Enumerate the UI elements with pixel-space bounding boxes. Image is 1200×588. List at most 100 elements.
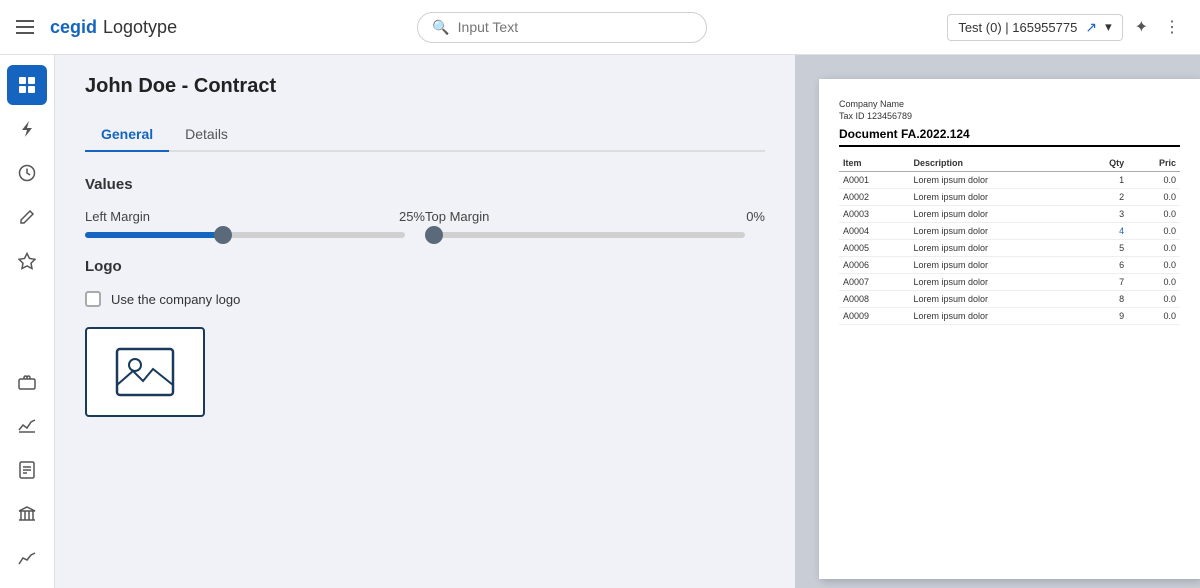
cell-desc: Lorem ipsum dolor (910, 308, 1081, 325)
cell-item: A0006 (839, 257, 910, 274)
sidebar-item-clock[interactable] (7, 153, 47, 193)
logo-section-title: Logo (85, 258, 765, 275)
sidebar-item-edit[interactable] (7, 197, 47, 237)
more-options-icon[interactable]: ⋮ (1160, 13, 1184, 41)
logo-type: Logotype (103, 17, 177, 38)
sidebar-item-doc[interactable] (7, 450, 47, 490)
search-bar[interactable]: 🔍 (417, 12, 707, 43)
cell-item: A0002 (839, 189, 910, 206)
preview-panel: Company Name Tax ID 123456789 Document F… (795, 55, 1200, 588)
cell-desc: Lorem ipsum dolor (910, 206, 1081, 223)
page-title: John Doe - Contract (85, 75, 765, 98)
sidebar-item-grid[interactable] (7, 65, 47, 105)
cell-desc: Lorem ipsum dolor (910, 172, 1081, 189)
external-link-icon: ↗ (1085, 19, 1097, 36)
sidebar-item-bank[interactable] (7, 494, 47, 534)
sidebar-item-bolt[interactable] (7, 109, 47, 149)
cell-desc: Lorem ipsum dolor (910, 274, 1081, 291)
cell-desc: Lorem ipsum dolor (910, 291, 1081, 308)
left-margin-value: 25% (399, 209, 425, 224)
cell-price: 0.0 (1128, 172, 1180, 189)
values-section: Values Left Margin 25% (85, 176, 765, 238)
left-margin-slider-container (85, 232, 425, 238)
menu-icon[interactable] (16, 20, 34, 34)
cell-item: A0008 (839, 291, 910, 308)
cell-desc: Lorem ipsum dolor (910, 240, 1081, 257)
cell-qty: 9 (1080, 308, 1128, 325)
cell-price: 0.0 (1128, 223, 1180, 240)
header-right: Test (0) | 165955775 ↗ ▾ ✦ ⋮ (947, 13, 1184, 41)
cell-price: 0.0 (1128, 240, 1180, 257)
table-row: A0006 Lorem ipsum dolor 6 0.0 (839, 257, 1180, 274)
cell-desc: Lorem ipsum dolor (910, 223, 1081, 240)
sidebar (0, 55, 55, 588)
cell-item: A0005 (839, 240, 910, 257)
col-header-item: Item (839, 155, 910, 172)
values-section-title: Values (85, 176, 765, 193)
search-icon: 🔍 (432, 19, 449, 36)
use-company-logo-row: Use the company logo (85, 291, 765, 307)
table-row: A0002 Lorem ipsum dolor 2 0.0 (839, 189, 1180, 206)
chevron-down-icon: ▾ (1105, 19, 1112, 35)
tabs: General Details (85, 118, 765, 152)
table-row: A0004 Lorem ipsum dolor 4 0.0 (839, 223, 1180, 240)
col-header-qty: Qty (1080, 155, 1128, 172)
account-label: Test (0) | 165955775 (958, 20, 1077, 35)
top-margin-slider-track[interactable] (425, 232, 745, 238)
use-company-logo-checkbox[interactable] (85, 291, 101, 307)
logo-image-placeholder[interactable] (85, 327, 205, 417)
sparkle-icon[interactable]: ✦ (1131, 13, 1152, 41)
cell-item: A0004 (839, 223, 910, 240)
cell-price: 0.0 (1128, 274, 1180, 291)
table-row: A0007 Lorem ipsum dolor 7 0.0 (839, 274, 1180, 291)
account-badge[interactable]: Test (0) | 165955775 ↗ ▾ (947, 14, 1122, 41)
cell-item: A0009 (839, 308, 910, 325)
cell-qty: 3 (1080, 206, 1128, 223)
sidebar-item-briefcase[interactable] (7, 362, 47, 402)
margins-row: Left Margin 25% Top Ma (85, 209, 765, 238)
cell-qty: 2 (1080, 189, 1128, 206)
cell-price: 0.0 (1128, 257, 1180, 274)
main-layout: John Doe - Contract General Details Valu… (0, 55, 1200, 588)
cell-qty: 7 (1080, 274, 1128, 291)
use-company-logo-label: Use the company logo (111, 292, 240, 307)
cell-item: A0007 (839, 274, 910, 291)
left-margin-slider-fill (85, 232, 223, 238)
logo-area: cegid Logotype (50, 17, 177, 38)
search-input[interactable] (458, 19, 693, 35)
cell-desc: Lorem ipsum dolor (910, 189, 1081, 206)
table-row: A0001 Lorem ipsum dolor 1 0.0 (839, 172, 1180, 189)
top-margin-value: 0% (746, 209, 765, 224)
tab-general[interactable]: General (85, 118, 169, 152)
logo-section: Logo Use the company logo (85, 258, 765, 417)
left-margin-slider-track[interactable] (85, 232, 405, 238)
sidebar-item-star[interactable] (7, 241, 47, 281)
document-preview: Company Name Tax ID 123456789 Document F… (819, 79, 1200, 579)
top-margin-slider-thumb[interactable] (425, 226, 443, 244)
doc-company-name: Company Name (839, 99, 1180, 109)
header: cegid Logotype 🔍 Test (0) | 165955775 ↗ … (0, 0, 1200, 55)
cell-qty: 1 (1080, 172, 1128, 189)
table-row: A0009 Lorem ipsum dolor 9 0.0 (839, 308, 1180, 325)
sidebar-item-chart[interactable] (7, 406, 47, 446)
col-header-description: Description (910, 155, 1081, 172)
cell-item: A0003 (839, 206, 910, 223)
top-margin-block: Top Margin 0% (425, 209, 765, 238)
sidebar-item-analytics[interactable] (7, 538, 47, 578)
left-margin-slider-thumb[interactable] (214, 226, 232, 244)
cell-price: 0.0 (1128, 206, 1180, 223)
col-header-price: Pric (1128, 155, 1180, 172)
cell-price: 0.0 (1128, 189, 1180, 206)
cell-qty: 8 (1080, 291, 1128, 308)
top-margin-slider-container (425, 232, 765, 238)
logo-brand: cegid (50, 17, 97, 38)
cell-qty: 4 (1080, 223, 1128, 240)
cell-qty: 6 (1080, 257, 1128, 274)
top-margin-label: Top Margin (425, 209, 489, 224)
doc-table: Item Description Qty Pric A0001 Lorem ip… (839, 155, 1180, 325)
cell-qty: 5 (1080, 240, 1128, 257)
doc-tax-id: Tax ID 123456789 (839, 111, 1180, 121)
tab-details[interactable]: Details (169, 118, 244, 152)
form-panel: John Doe - Contract General Details Valu… (55, 55, 795, 588)
cell-item: A0001 (839, 172, 910, 189)
